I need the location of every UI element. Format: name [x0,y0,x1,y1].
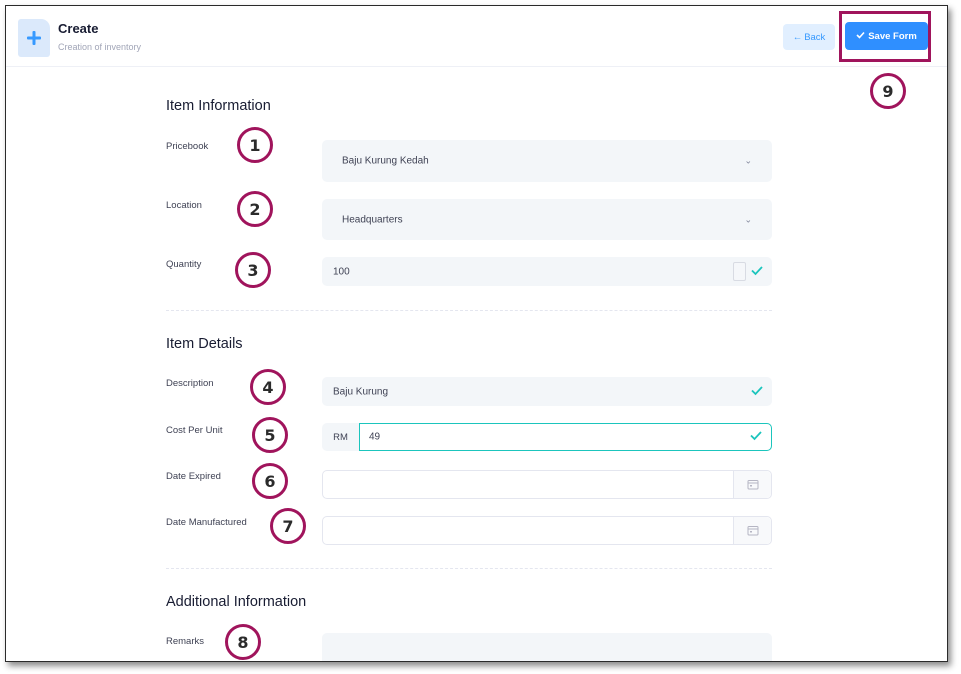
date-expired-input[interactable] [322,470,772,499]
annotation-badge-9: 9 [870,73,906,109]
description-value: Baju Kurung [333,386,389,397]
pricebook-label: Pricebook [166,141,209,152]
section-title-additional-information: Additional Information [166,594,307,610]
annotation-badge-5: 5 [252,417,288,453]
annotation-badge-3: 3 [235,252,271,288]
currency-addon: RM [322,423,359,451]
description-input[interactable]: Baju Kurung [322,377,772,406]
plus-icon [18,19,50,57]
annotation-badge-7: 7 [270,508,306,544]
date-expired-label: Date Expired [166,471,221,482]
annotation-badge-8: 8 [225,624,261,660]
quantity-label: Quantity [166,259,202,270]
annotation-badge-4: 4 [250,369,286,405]
calendar-icon[interactable] [733,517,771,544]
quantity-spinner[interactable] [733,262,746,281]
section-divider [166,568,772,569]
location-value: Headquarters [342,214,403,225]
location-select[interactable]: Headquarters ⌄ [322,199,772,240]
page-subtitle: Creation of inventory [58,42,142,52]
check-valid-icon [750,431,762,444]
cost-per-unit-value: 49 [369,431,381,443]
cost-per-unit-label: Cost Per Unit [166,425,223,436]
screenshot-frame: Create Creation of inventory ← Back Save… [5,5,948,662]
page-title: Create [58,21,99,36]
annotation-highlight-box [839,11,931,62]
chevron-down-icon: ⌄ [744,214,752,224]
annotation-badge-6: 6 [252,463,288,499]
annotation-badge-2: 2 [237,191,273,227]
back-button[interactable]: ← Back [783,24,835,50]
check-valid-icon [751,385,763,398]
remarks-label: Remarks [166,636,205,647]
description-label: Description [166,378,214,389]
date-manufactured-input[interactable] [322,516,772,545]
calendar-icon[interactable] [733,471,771,498]
create-inventory-page: Create Creation of inventory ← Back Save… [6,6,947,661]
page-header: Create Creation of inventory ← Back Save… [6,6,947,67]
pricebook-select[interactable]: Baju Kurung Kedah ⌄ [322,140,772,182]
location-label: Location [166,200,202,211]
check-valid-icon [751,265,763,278]
section-divider [166,310,772,311]
quantity-value: 100 [333,266,350,277]
pricebook-value: Baju Kurung Kedah [342,155,429,167]
arrow-left-icon: ← [792,31,803,43]
back-button-label: Back [804,31,826,43]
remarks-textarea[interactable] [322,633,772,661]
cost-per-unit-input[interactable]: 49 [359,423,772,451]
chevron-down-icon: ⌄ [744,155,752,166]
annotation-badge-1: 1 [237,127,273,163]
section-title-item-information: Item Information [166,98,271,114]
date-manufactured-label: Date Manufactured [166,517,247,528]
section-title-item-details: Item Details [166,336,243,352]
quantity-input[interactable]: 100 [322,257,772,286]
